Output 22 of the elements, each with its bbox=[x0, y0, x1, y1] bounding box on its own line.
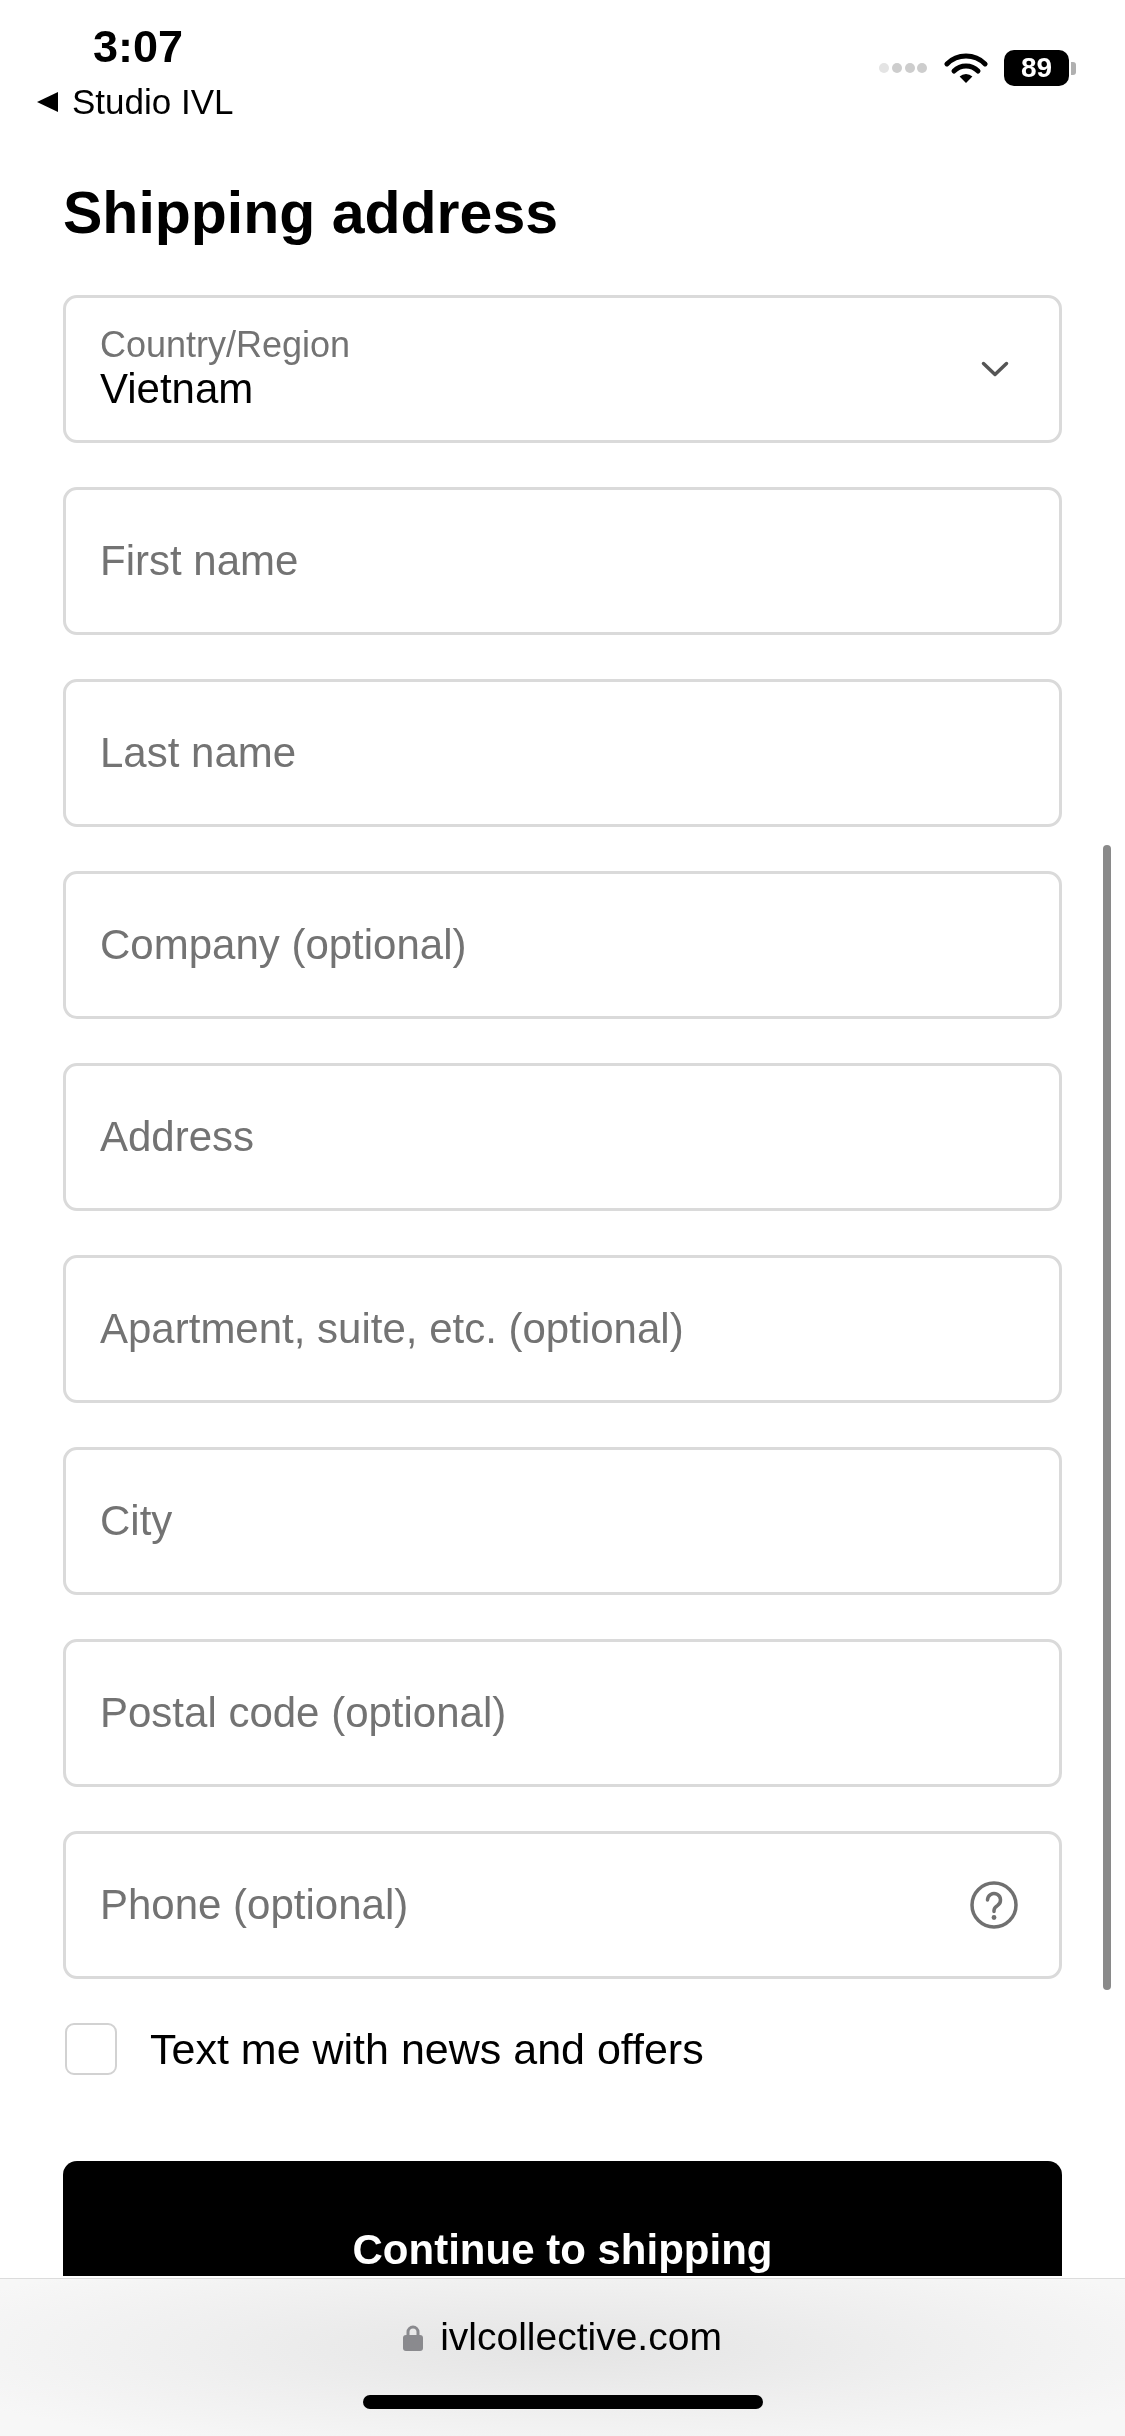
input-field[interactable]: Company (optional) bbox=[63, 871, 1062, 1019]
back-triangle-icon bbox=[37, 92, 58, 112]
signal-dots-icon bbox=[878, 62, 928, 74]
page-heading: Shipping address bbox=[63, 179, 559, 248]
checkbox[interactable] bbox=[65, 2023, 117, 2075]
dropdown-field[interactable]: Country/Region Vietnam bbox=[63, 295, 1062, 443]
input-field[interactable]: Phone (optional) bbox=[63, 1831, 1062, 1979]
input-field[interactable]: First name bbox=[63, 487, 1062, 635]
input-field[interactable]: Postal code (optional) bbox=[63, 1639, 1062, 1787]
back-link[interactable]: Studio IVL bbox=[37, 84, 234, 120]
battery-indicator: 89 bbox=[1004, 50, 1076, 86]
input-field[interactable]: Apartment, suite, etc. (optional) bbox=[63, 1255, 1062, 1403]
status-time: 3:07 bbox=[93, 22, 184, 72]
continue-button[interactable]: Continue to shipping bbox=[63, 2161, 1062, 2276]
wifi-icon bbox=[943, 51, 989, 85]
help-icon[interactable] bbox=[970, 1881, 1018, 1929]
input-field[interactable]: Address bbox=[63, 1063, 1062, 1211]
address-bar[interactable]: ivlcollective.com bbox=[403, 2313, 722, 2361]
input-field[interactable]: City bbox=[63, 1447, 1062, 1595]
checkbox-label[interactable]: Text me with news and offers bbox=[150, 2024, 704, 2074]
input-field[interactable]: Last name bbox=[63, 679, 1062, 827]
chevron-down-icon bbox=[981, 361, 1009, 377]
